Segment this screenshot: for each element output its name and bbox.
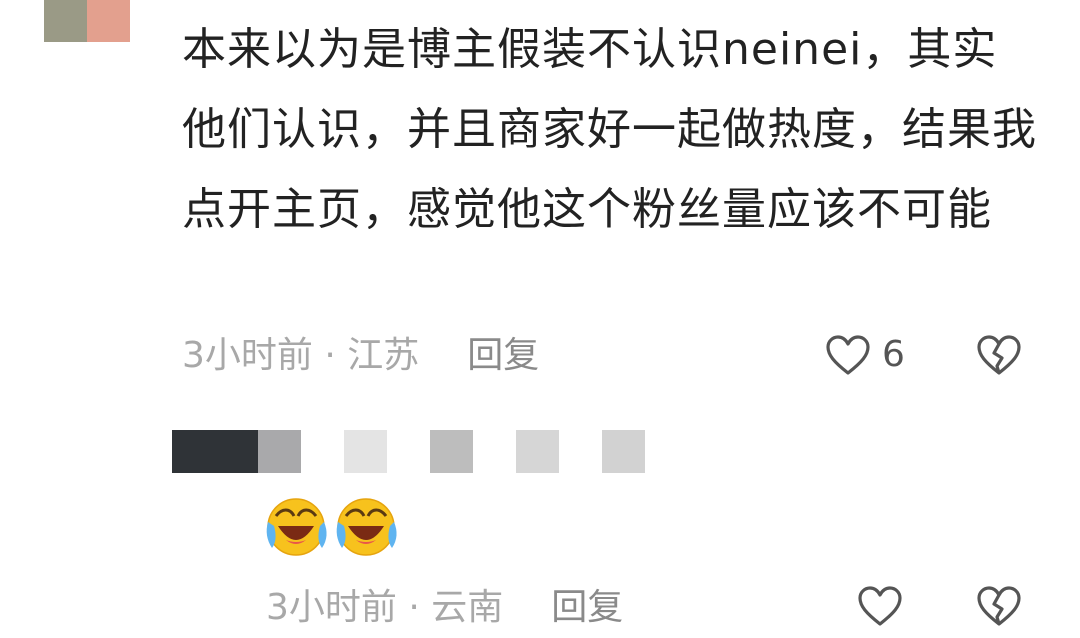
comment-meta: 3小时前 · 云南 回复 (266, 578, 623, 638)
dislike-button[interactable] (975, 584, 1023, 632)
comment-time-location: 3小时前 · 云南 (266, 587, 504, 628)
avatar[interactable] (44, 0, 130, 42)
broken-heart-icon (977, 586, 1021, 626)
reply-button[interactable]: 回复 (551, 587, 623, 628)
censored-username (172, 430, 652, 473)
laughing-crying-emoji (266, 498, 327, 556)
dislike-button[interactable] (975, 333, 1023, 381)
broken-heart-icon (977, 335, 1021, 375)
laughing-crying-emoji (336, 498, 397, 556)
heart-outline-icon (826, 335, 870, 375)
heart-outline-icon (858, 586, 902, 626)
like-button[interactable] (856, 584, 904, 628)
like-button[interactable]: 6 (824, 333, 905, 377)
avatar-pixel (87, 0, 130, 42)
comment-emojis (264, 496, 400, 558)
reply-button[interactable]: 回复 (467, 335, 539, 376)
comment-text: 本来以为是博主假装不认识neinei，其实他们认识，并且商家好一起做热度，结果我… (182, 24, 1037, 235)
comment-time-location: 3小时前 · 江苏 (182, 335, 420, 376)
like-count: 6 (882, 334, 905, 375)
avatar-pixel (44, 0, 87, 42)
comment-meta: 3小时前 · 江苏 回复 (182, 326, 539, 386)
